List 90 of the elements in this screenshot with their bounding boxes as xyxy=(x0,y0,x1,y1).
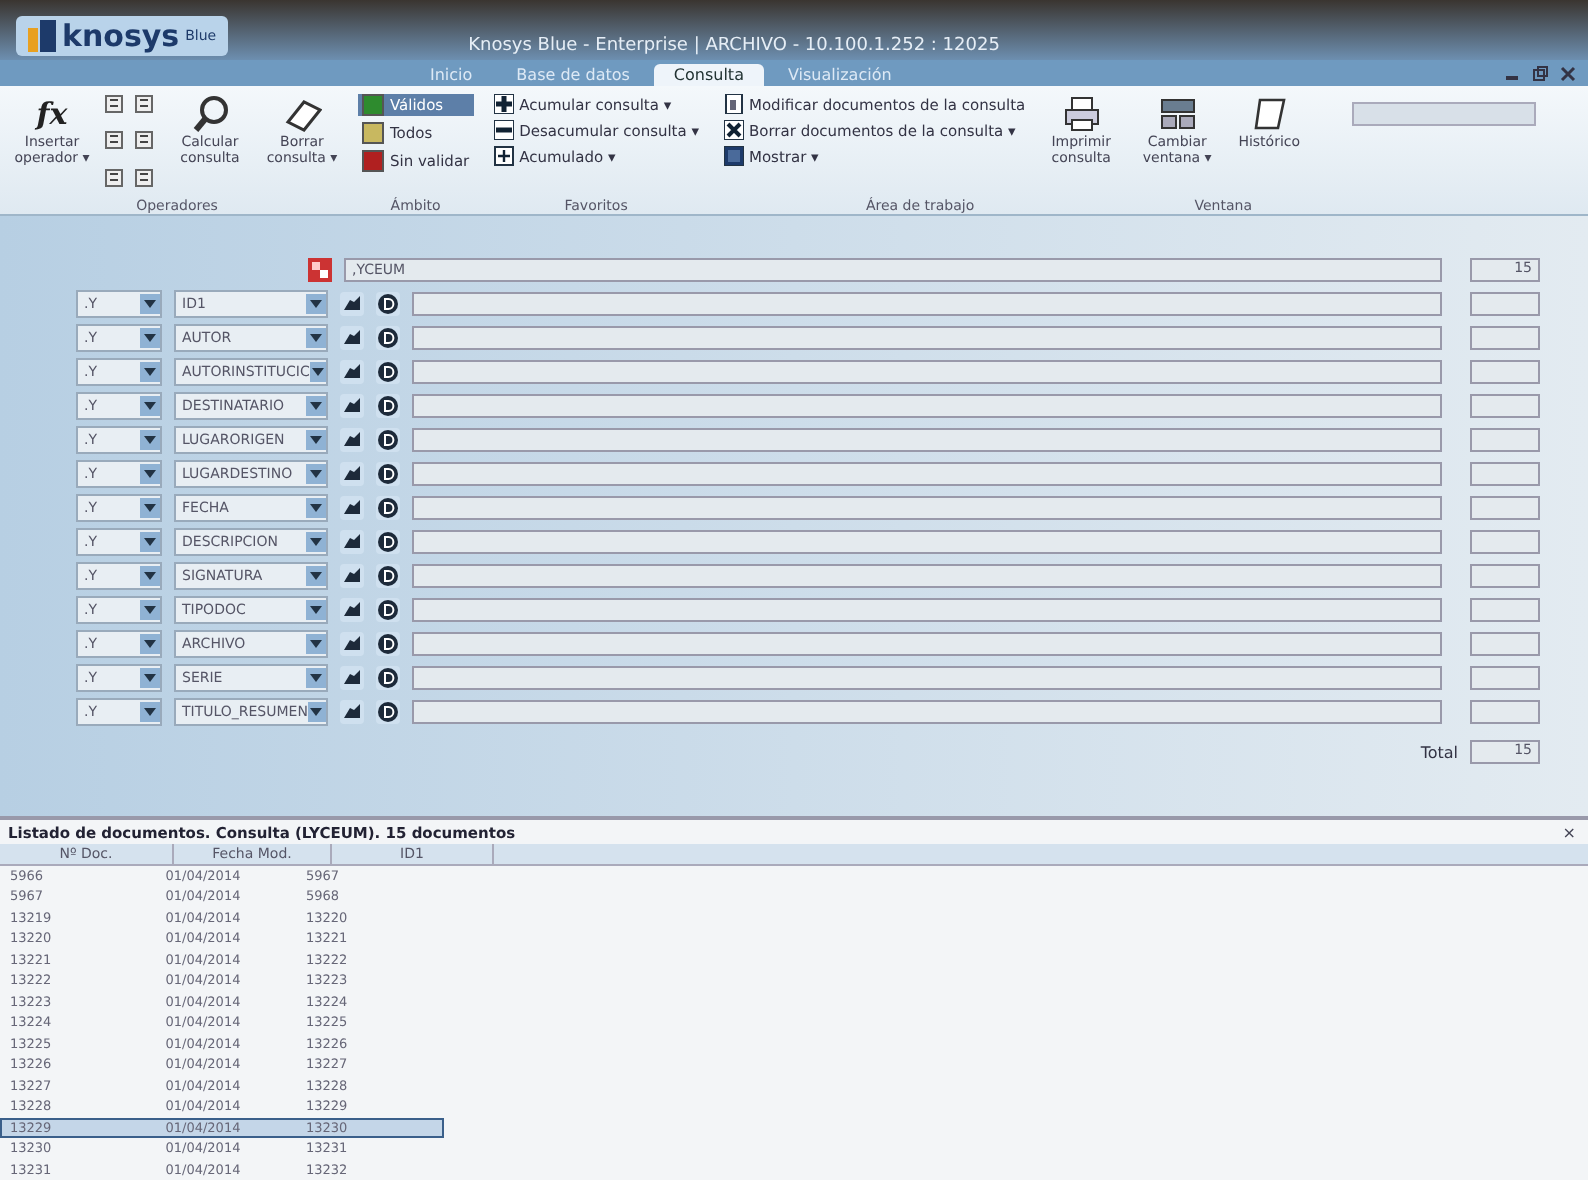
operator-icon[interactable] xyxy=(134,130,154,151)
operator-icon[interactable] xyxy=(134,167,154,188)
windows-icon xyxy=(1157,94,1198,134)
query-field[interactable] xyxy=(412,428,1442,452)
count-field xyxy=(1470,700,1540,724)
dropdown-caret[interactable] xyxy=(309,362,326,382)
printer-icon xyxy=(1061,94,1102,134)
dropdown-caret[interactable] xyxy=(140,430,160,450)
dropdown-caret[interactable] xyxy=(140,464,160,484)
operator-icon[interactable] xyxy=(134,94,154,114)
count-field xyxy=(1470,326,1540,350)
d-icon[interactable] xyxy=(376,632,400,656)
dropdown-caret[interactable] xyxy=(140,294,160,314)
dropdown-caret[interactable] xyxy=(306,532,326,552)
count-field xyxy=(1470,666,1540,690)
plus-icon xyxy=(493,146,514,166)
close-button[interactable]: × xyxy=(1562,824,1576,842)
d-icon[interactable] xyxy=(376,292,400,316)
dropdown-caret[interactable] xyxy=(306,396,326,416)
count-field xyxy=(1470,632,1540,656)
count-field xyxy=(1470,360,1540,384)
query-field[interactable] xyxy=(412,530,1442,554)
search-icon xyxy=(190,94,230,134)
count-field xyxy=(1470,496,1540,520)
count-field xyxy=(1470,530,1540,554)
dropdown-caret[interactable] xyxy=(306,566,326,586)
count-field xyxy=(1470,394,1540,418)
query-field[interactable] xyxy=(412,326,1442,350)
search-field[interactable] xyxy=(1352,102,1536,126)
dropdown-caret[interactable] xyxy=(140,702,160,722)
plus-icon xyxy=(493,94,514,114)
dropdown-caret[interactable] xyxy=(140,396,160,416)
eraser-icon xyxy=(282,94,322,134)
d-icon[interactable] xyxy=(376,564,400,588)
query-field[interactable] xyxy=(412,496,1442,520)
query-field[interactable] xyxy=(412,394,1442,418)
count-field xyxy=(1470,292,1540,316)
restore-icon[interactable] xyxy=(1532,66,1548,82)
count-field xyxy=(1470,428,1540,452)
dropdown-caret[interactable] xyxy=(140,532,160,552)
operator-icon[interactable] xyxy=(104,130,124,151)
document-icon xyxy=(723,94,743,114)
database-icon[interactable] xyxy=(308,258,332,282)
total-label: Total xyxy=(1420,743,1458,761)
d-icon[interactable] xyxy=(376,598,400,622)
d-icon[interactable] xyxy=(376,394,400,418)
dropdown-caret[interactable] xyxy=(140,600,160,620)
dropdown-caret[interactable] xyxy=(306,668,326,688)
d-icon[interactable] xyxy=(376,360,400,384)
dropdown-caret[interactable] xyxy=(306,328,326,348)
count-field xyxy=(1470,564,1540,588)
dropdown-caret[interactable] xyxy=(306,498,326,518)
count-field xyxy=(1470,598,1540,622)
minus-icon xyxy=(493,120,514,140)
query-field[interactable] xyxy=(412,632,1442,656)
d-icon[interactable] xyxy=(376,530,400,554)
dropdown-caret[interactable] xyxy=(306,634,326,654)
ribbon-tab[interactable]: Consulta xyxy=(653,64,764,86)
d-icon[interactable] xyxy=(376,496,400,520)
query-field[interactable] xyxy=(412,360,1442,384)
close-icon[interactable] xyxy=(1560,66,1576,82)
query-field[interactable] xyxy=(412,292,1442,316)
d-icon[interactable] xyxy=(376,428,400,452)
close-icon xyxy=(723,120,743,140)
operator-icon[interactable] xyxy=(104,167,124,188)
dropdown-caret[interactable] xyxy=(140,566,160,586)
dropdown-caret[interactable] xyxy=(140,668,160,688)
square-icon xyxy=(723,146,743,166)
dropdown-caret[interactable] xyxy=(306,464,326,484)
d-icon[interactable] xyxy=(376,326,400,350)
dropdown-caret[interactable] xyxy=(306,600,326,620)
dropdown-caret[interactable] xyxy=(307,702,326,722)
dropdown-caret[interactable] xyxy=(140,634,160,654)
count-field xyxy=(1470,462,1540,486)
operator-icon[interactable] xyxy=(104,94,124,114)
dropdown-caret[interactable] xyxy=(306,430,326,450)
query-field[interactable] xyxy=(412,666,1442,690)
dropdown-caret[interactable] xyxy=(140,328,160,348)
dropdown-caret[interactable] xyxy=(306,294,326,314)
d-icon[interactable] xyxy=(376,462,400,486)
query-field[interactable] xyxy=(412,598,1442,622)
query-field[interactable] xyxy=(412,700,1442,724)
function-icon: fx xyxy=(36,94,68,134)
d-icon[interactable] xyxy=(376,666,400,690)
dropdown-caret[interactable] xyxy=(140,498,160,518)
dropdown-caret[interactable] xyxy=(140,362,160,382)
query-field[interactable] xyxy=(412,564,1442,588)
d-icon[interactable] xyxy=(376,700,400,724)
query-field[interactable] xyxy=(412,462,1442,486)
window-title: Knosys Blue - Enterprise | ARCHIVO - 10.100.1.252 : 12025 xyxy=(468,36,1000,56)
